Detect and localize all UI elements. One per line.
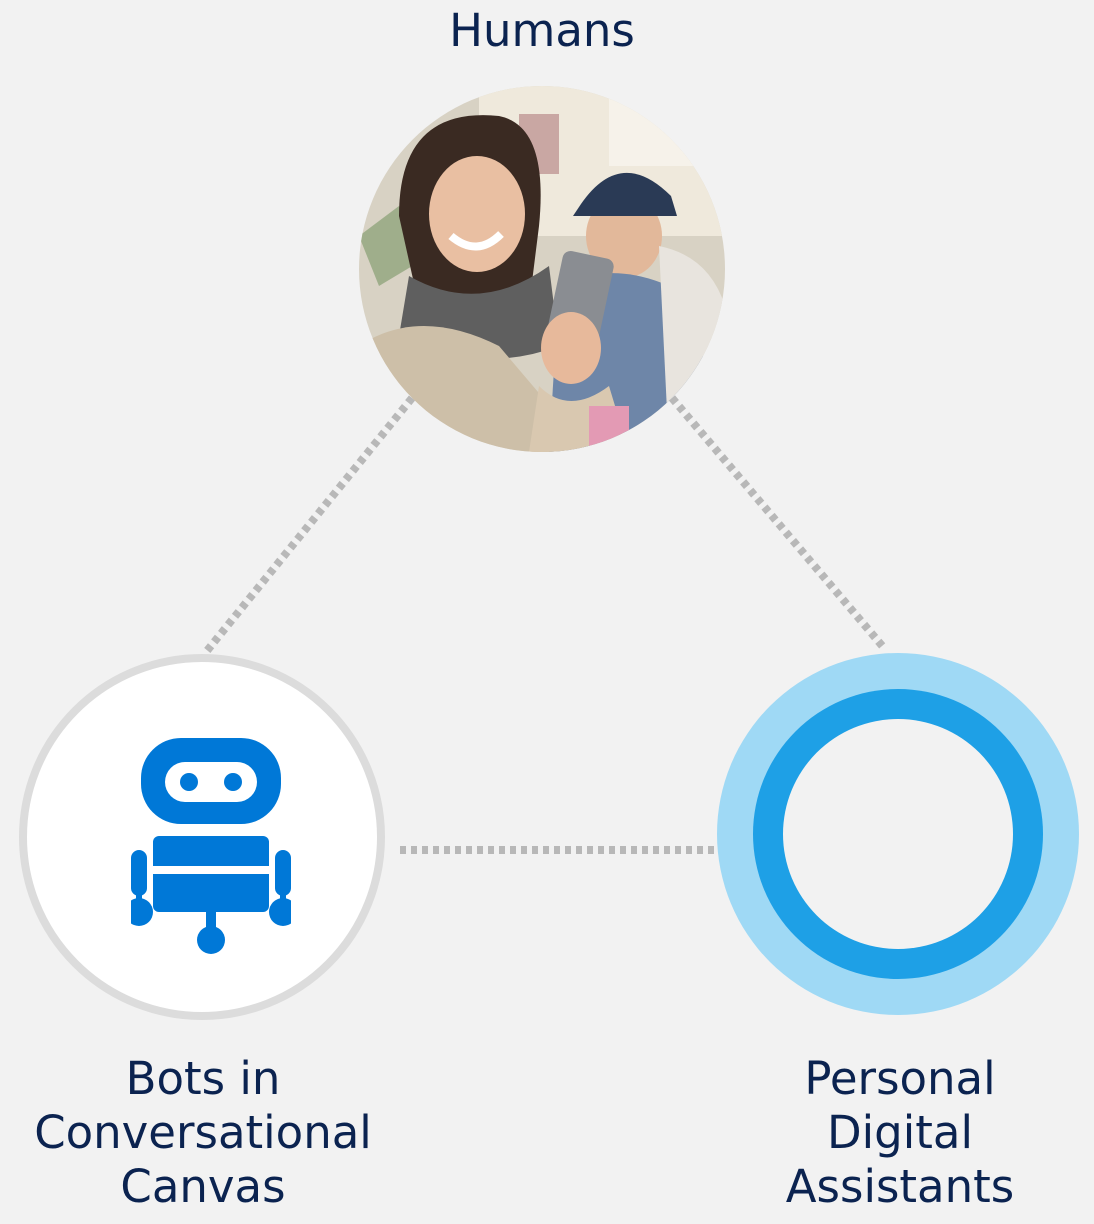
humans-label: Humans	[449, 4, 635, 57]
bots-circle	[19, 654, 385, 1020]
pda-label: Personal Digital Assistants	[785, 1052, 1015, 1213]
diagram-canvas: Humans Bots in Conversational Canvas Per…	[0, 0, 1094, 1224]
bots-label: Bots in Conversational Canvas	[34, 1052, 372, 1213]
robot-icon	[131, 738, 291, 954]
people-with-phone-photo-icon	[359, 86, 725, 452]
connector-humans-pda	[668, 395, 888, 651]
humans-photo	[359, 86, 725, 452]
connector-humans-bots	[202, 395, 416, 655]
assistant-ring-icon	[717, 653, 1079, 1015]
